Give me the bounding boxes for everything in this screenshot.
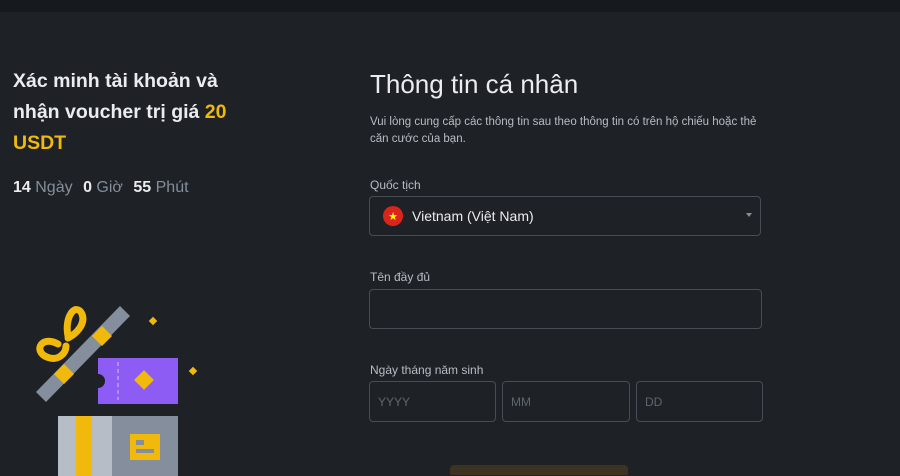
nationality-select[interactable]: ★ Vietnam (Việt Nam)	[369, 196, 761, 236]
dob-month-input[interactable]	[502, 381, 630, 422]
countdown-minutes-value: 55	[133, 179, 152, 196]
fullname-label: Tên đầy đủ	[370, 270, 431, 284]
personal-info-form: Thông tin cá nhân Vui lòng cung cấp các …	[370, 66, 764, 148]
page-title: Thông tin cá nhân	[370, 69, 579, 99]
gift-voucher-illustration	[36, 306, 198, 476]
countdown-hours-unit: Giờ	[96, 179, 123, 196]
promo-panel: Xác minh tài khoản và nhận voucher trị g…	[13, 66, 253, 197]
form-description: Vui lòng cung cấp các thông tin sau theo…	[370, 116, 757, 145]
promo-title-text: Xác minh tài khoản và nhận voucher trị g…	[13, 70, 218, 123]
countdown-days-value: 14	[13, 179, 31, 196]
dob-year-input[interactable]	[369, 381, 496, 422]
vietnam-flag-icon: ★	[383, 206, 403, 226]
countdown-hours-value: 0	[83, 179, 92, 196]
top-bar	[0, 0, 900, 12]
dob-label: Ngày tháng năm sinh	[370, 363, 484, 377]
promo-title: Xác minh tài khoản và nhận voucher trị g…	[13, 66, 253, 159]
countdown-minutes-unit: Phút	[155, 179, 189, 196]
nationality-value: Vietnam (Việt Nam)	[412, 208, 534, 224]
nationality-label: Quốc tịch	[370, 178, 421, 192]
countdown-days-unit: Ngày	[35, 179, 73, 196]
caret-down-icon	[746, 213, 752, 217]
continue-button[interactable]	[450, 465, 628, 475]
countdown: 14 Ngày 0 Giờ 55 Phút	[13, 179, 253, 197]
dob-day-input[interactable]	[636, 381, 763, 422]
fullname-input[interactable]	[369, 289, 762, 329]
